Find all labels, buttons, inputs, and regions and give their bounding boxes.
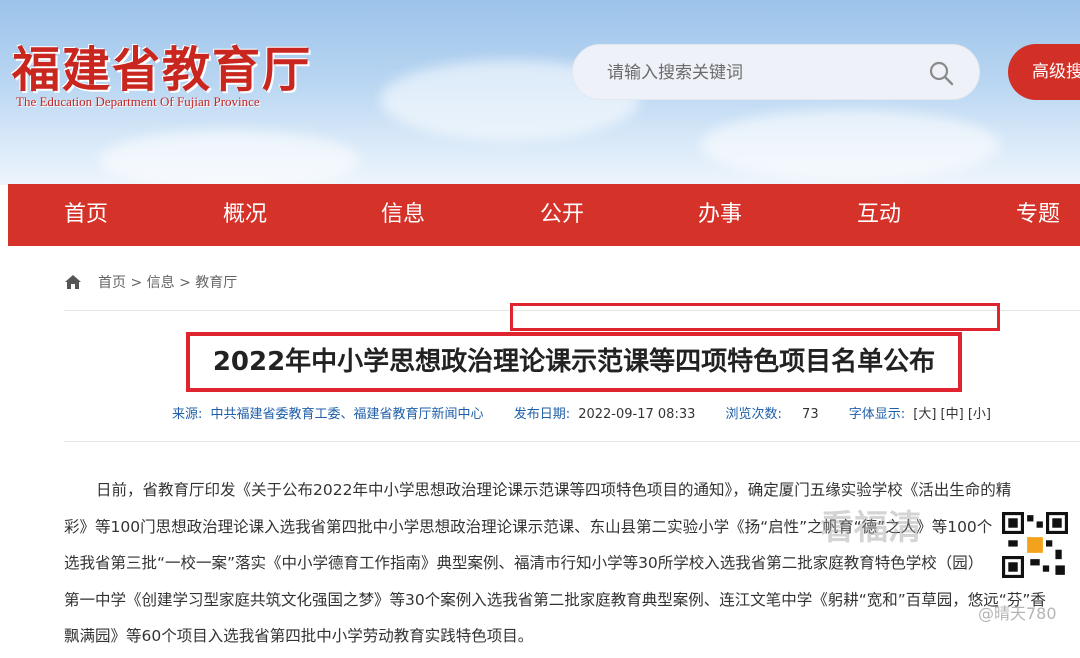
nav-item-info[interactable]: 信息 [381, 184, 425, 246]
body-line: 第一中学《创建学习型家庭共筑文化强国之梦》等30个案例入选我省第二批家庭教育典型… [64, 590, 1046, 609]
watermark-handle: @晴天780 [978, 604, 1057, 623]
font-size-options[interactable]: [大] [中] [小] [913, 407, 991, 422]
qr-code-icon [1000, 512, 1070, 578]
breadcrumb: 首页 > 信息 > 教育厅 [64, 272, 237, 292]
nav-item-interaction[interactable]: 互动 [857, 184, 901, 246]
search-input[interactable] [607, 45, 907, 101]
main-nav: 首页 概况 信息 公开 办事 互动 专题 [8, 184, 1080, 246]
date-value: 2022-09-17 08:33 [578, 407, 696, 422]
search-icon[interactable] [927, 59, 955, 87]
header-banner: 福建省教育厅 The Education Department Of Fujia… [0, 0, 1080, 185]
source-value: 中共福建省委教育工委、福建省教育厅新闻中心 [210, 407, 484, 422]
body-line: 飘满园》等60个项目入选我省第四批中小学劳动教育实践特色项目。 [64, 627, 534, 645]
title-highlight: 2022年中小学思想政治理论课示范课等四项特色项目名单公布 [186, 332, 962, 392]
advanced-search-button[interactable]: 高级搜 [1008, 44, 1080, 100]
breadcrumb-path[interactable]: 首页 > 信息 > 教育厅 [98, 272, 237, 292]
site-logo[interactable]: 福建省教育厅 [12, 30, 312, 100]
text-highlight [510, 303, 1000, 331]
watermark: 看福清 [820, 508, 922, 548]
nav-item-overview[interactable]: 概况 [223, 184, 267, 246]
font-size-label: 字体显示: [848, 407, 906, 422]
nav-item-topics[interactable]: 专题 [1016, 184, 1060, 246]
article-title: 2022年中小学思想政治理论课示范课等四项特色项目名单公布 [212, 347, 936, 377]
nav-item-public[interactable]: 公开 [540, 184, 584, 246]
nav-item-home[interactable]: 首页 [64, 184, 108, 246]
home-icon[interactable] [64, 274, 82, 290]
date-label: 发布日期: [513, 407, 571, 422]
body-line: 选我省第三批“一校一案”落实《中小学德育工作指南》典型案例、福清市行知小学等30… [64, 554, 984, 572]
cloud-decoration [100, 130, 360, 185]
site-logo-english: The Education Department Of Fujian Provi… [16, 94, 260, 109]
search-box [572, 44, 980, 101]
views-value: 73 [802, 407, 819, 422]
cloud-decoration [700, 110, 1000, 180]
source-label: 来源: [172, 407, 203, 422]
divider [64, 441, 1080, 442]
nav-item-services[interactable]: 办事 [698, 184, 742, 246]
article-meta: 来源: 中共福建省委教育工委、福建省教育厅新闻中心 发布日期: 2022-09-… [172, 403, 995, 422]
views-label: 浏览次数: [725, 407, 782, 422]
